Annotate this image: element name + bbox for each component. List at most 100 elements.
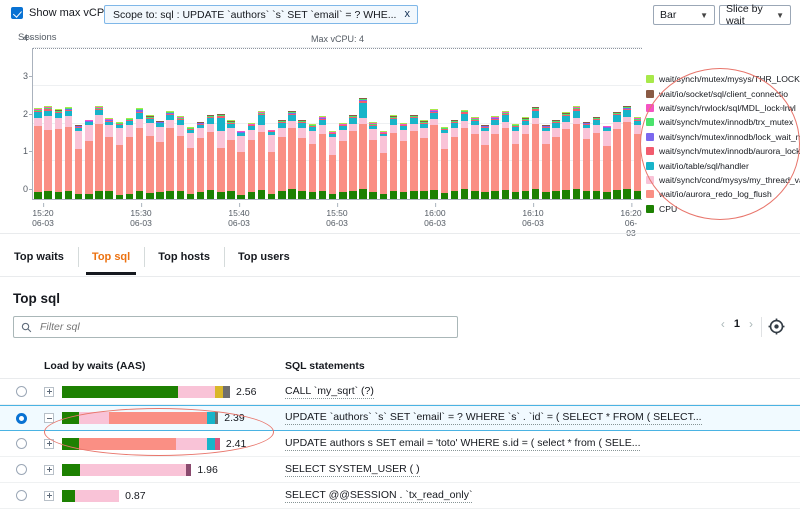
stacked-bar[interactable] xyxy=(126,118,134,199)
stacked-bar[interactable] xyxy=(329,131,337,199)
stacked-bars[interactable] xyxy=(33,48,642,199)
stacked-bar[interactable] xyxy=(573,106,581,199)
bar-slot[interactable] xyxy=(480,48,490,199)
stacked-bar[interactable] xyxy=(359,98,367,199)
bar-slot[interactable] xyxy=(449,48,459,199)
table-row[interactable]: 2.41UPDATE authors s SET email = 'toto' … xyxy=(0,431,800,457)
bar-slot[interactable] xyxy=(196,48,206,199)
stacked-bar[interactable] xyxy=(634,117,642,199)
legend-item[interactable]: wait/synch/mutex/innodb/trx_mutex xyxy=(646,115,800,129)
bar-slot[interactable] xyxy=(94,48,104,199)
bar-slot[interactable] xyxy=(63,48,73,199)
bar-slot[interactable] xyxy=(521,48,531,199)
stacked-bar[interactable] xyxy=(237,131,245,199)
bar-slot[interactable] xyxy=(277,48,287,199)
stacked-bar[interactable] xyxy=(85,120,93,199)
stacked-bar[interactable] xyxy=(44,106,52,199)
bar-slot[interactable] xyxy=(571,48,581,199)
tab-top-users[interactable]: Top users xyxy=(224,239,304,275)
bar-slot[interactable] xyxy=(307,48,317,199)
bar-slot[interactable] xyxy=(74,48,84,199)
tab-top-waits[interactable]: Top waits xyxy=(0,239,78,275)
bar-slot[interactable] xyxy=(135,48,145,199)
bar-slot[interactable] xyxy=(592,48,602,199)
legend-item[interactable]: wait/io/table/sql/handler xyxy=(646,158,800,172)
tab-top-hosts[interactable]: Top hosts xyxy=(144,239,224,275)
stacked-bar[interactable] xyxy=(349,115,357,199)
search-input[interactable] xyxy=(38,320,450,334)
stacked-bar[interactable] xyxy=(491,116,499,199)
sql-statement-link[interactable]: SELECT @@SESSION . `tx_read_only` xyxy=(285,489,472,503)
bar-slot[interactable] xyxy=(388,48,398,199)
legend-item[interactable]: wait/synch/mutex/mysys/THR_LOCK▫mu xyxy=(646,72,800,86)
bar-slot[interactable] xyxy=(124,48,134,199)
stacked-bar[interactable] xyxy=(248,123,256,199)
bar-slot[interactable] xyxy=(612,48,622,199)
row-select-radio[interactable] xyxy=(16,386,27,397)
stacked-bar[interactable] xyxy=(532,107,540,199)
chart-legend[interactable]: wait/synch/mutex/mysys/THR_LOCK▫mu wait/i… xyxy=(646,72,800,216)
sql-statement-link[interactable]: UPDATE `authors` `s` SET `email` = ? WHE… xyxy=(285,411,702,425)
stacked-bar[interactable] xyxy=(34,108,42,199)
expand-row-button[interactable] xyxy=(44,465,54,475)
bar-slot[interactable] xyxy=(622,48,632,199)
row-select-radio[interactable] xyxy=(16,438,27,449)
stacked-bar[interactable] xyxy=(166,111,174,199)
stacked-bar[interactable] xyxy=(481,125,489,199)
stacked-bar[interactable] xyxy=(105,118,113,199)
bar-slot[interactable] xyxy=(541,48,551,199)
bar-slot[interactable] xyxy=(561,48,571,199)
bar-slot[interactable] xyxy=(581,48,591,199)
bar-slot[interactable] xyxy=(429,48,439,199)
bar-slot[interactable] xyxy=(551,48,561,199)
bar-slot[interactable] xyxy=(104,48,114,199)
bar-slot[interactable] xyxy=(155,48,165,199)
show-max-vcpu-control[interactable]: Show max vCPU xyxy=(11,7,112,19)
stacked-bar[interactable] xyxy=(95,106,103,199)
stacked-bar[interactable] xyxy=(593,117,601,199)
stacked-bar[interactable] xyxy=(65,107,73,199)
stacked-bar[interactable] xyxy=(502,111,510,199)
bar-slot[interactable] xyxy=(317,48,327,199)
bar-slot[interactable] xyxy=(33,48,43,199)
bar-slot[interactable] xyxy=(510,48,520,199)
stacked-bar[interactable] xyxy=(268,130,276,199)
table-row[interactable]: 0.87SELECT @@SESSION . `tx_read_only` xyxy=(0,483,800,509)
bar-slot[interactable] xyxy=(206,48,216,199)
stacked-bar[interactable] xyxy=(319,116,327,199)
table-row[interactable]: 1.96SELECT SYSTEM_USER ( ) xyxy=(0,457,800,483)
stacked-bar[interactable] xyxy=(430,109,438,199)
bar-slot[interactable] xyxy=(368,48,378,199)
stacked-bar[interactable] xyxy=(207,115,215,199)
bar-slot[interactable] xyxy=(246,48,256,199)
collapse-row-button[interactable] xyxy=(44,413,54,423)
chart-type-select[interactable]: Bar ▼ xyxy=(653,5,715,25)
stacked-bar[interactable] xyxy=(410,115,418,199)
stacked-bar[interactable] xyxy=(309,124,317,199)
bar-slot[interactable] xyxy=(114,48,124,199)
stacked-bar[interactable] xyxy=(380,131,388,199)
chart-plot-area[interactable]: 01234 xyxy=(32,48,642,200)
bar-slot[interactable] xyxy=(409,48,419,199)
bar-slot[interactable] xyxy=(490,48,500,199)
bar-slot[interactable] xyxy=(145,48,155,199)
bar-slot[interactable] xyxy=(185,48,195,199)
stacked-bar[interactable] xyxy=(512,124,520,199)
bar-slot[interactable] xyxy=(297,48,307,199)
bar-slot[interactable] xyxy=(43,48,53,199)
row-select-radio[interactable] xyxy=(16,464,27,475)
stacked-bar[interactable] xyxy=(156,121,164,199)
preferences-button[interactable] xyxy=(767,317,786,336)
stacked-bar[interactable] xyxy=(227,120,235,199)
sql-statement-link[interactable]: UPDATE authors s SET email = 'toto' WHER… xyxy=(285,437,640,451)
filter-sql-field[interactable] xyxy=(13,316,458,338)
bar-slot[interactable] xyxy=(602,48,612,199)
pagination[interactable]: ‹ 1 › xyxy=(721,317,753,331)
stacked-bar[interactable] xyxy=(420,120,428,199)
stacked-bar[interactable] xyxy=(613,112,621,199)
legend-item[interactable]: wait/synch/cond/mysys/my_thread_var xyxy=(646,173,800,187)
detail-tabs[interactable]: Top waitsTop sqlTop hostsTop users xyxy=(0,239,800,275)
legend-item[interactable]: wait/io/aurora_redo_log_flush xyxy=(646,187,800,201)
bar-slot[interactable] xyxy=(256,48,266,199)
bar-slot[interactable] xyxy=(328,48,338,199)
